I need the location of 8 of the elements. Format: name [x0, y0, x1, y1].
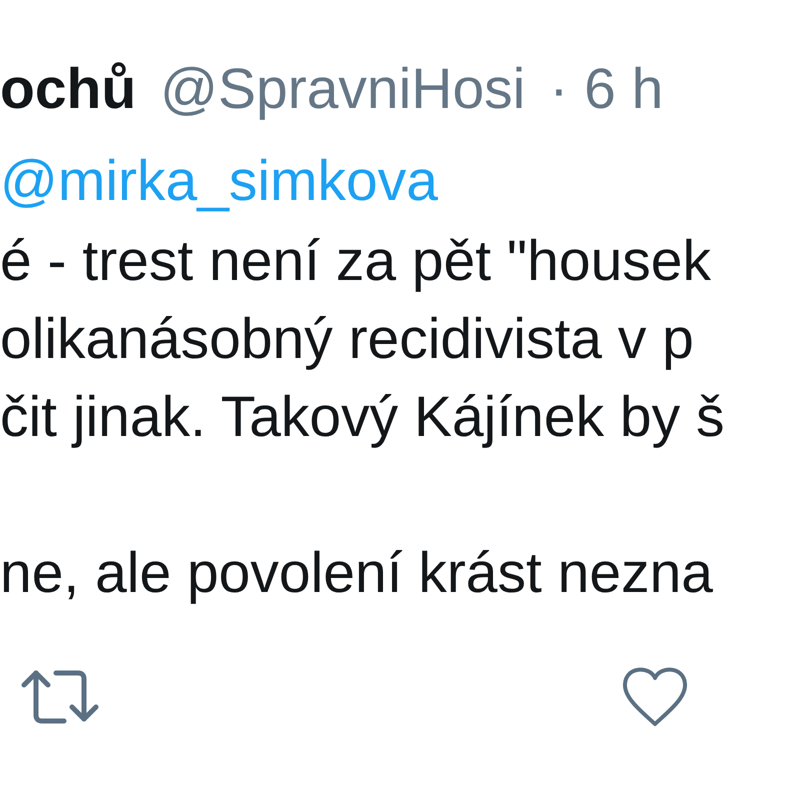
tweet-text: olikanásobný recidivista v p [0, 307, 694, 371]
tweet-text: ne, ale povolení krást nezna [0, 541, 713, 605]
author-handle: @SpravniHosi [160, 56, 526, 122]
mention-link[interactable]: @mirka_simkova [0, 148, 438, 214]
tweet-text: čit jinak. Takový Kájínek by š [0, 385, 724, 449]
tweet-time[interactable]: · 6 h [549, 56, 664, 122]
tweet-text: é - trest není za pět "housek [0, 229, 711, 293]
author-name[interactable]: ochů [0, 56, 136, 122]
